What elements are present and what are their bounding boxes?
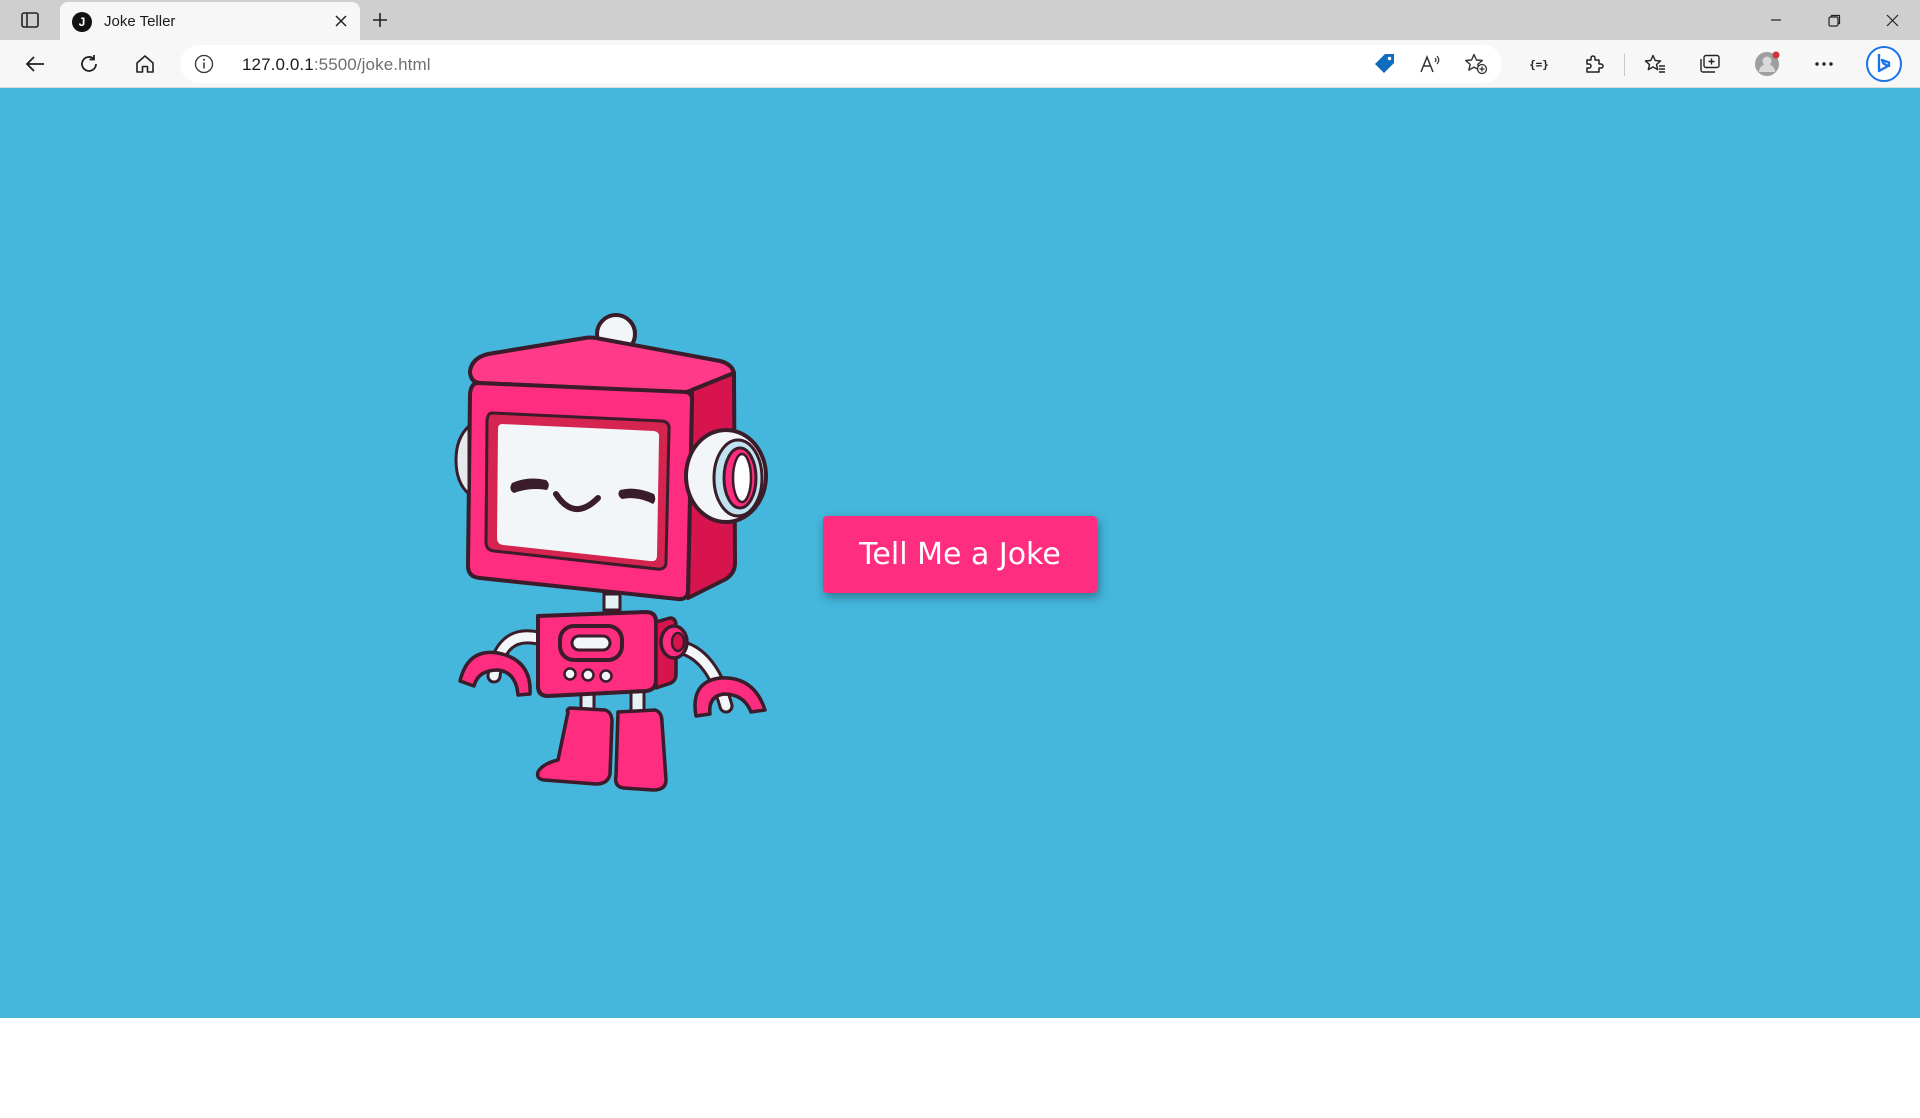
toolbar-separator (1624, 54, 1625, 76)
tab-strip: J Joke Teller (0, 0, 1920, 40)
site-info-icon[interactable] (194, 54, 214, 74)
tab-favicon: J (72, 12, 92, 32)
address-url[interactable]: 127.0.0.1:5500/joke.html (242, 55, 431, 75)
page-bottom-area (0, 1018, 1920, 1118)
refresh-icon[interactable] (72, 48, 106, 80)
back-icon[interactable] (18, 48, 52, 80)
developer-tools-icon[interactable]: {=} (1522, 48, 1556, 80)
svg-text:{=}: {=} (1529, 58, 1549, 71)
url-host: 127.0.0.1 (242, 55, 314, 74)
more-options-icon[interactable] (1807, 48, 1841, 80)
bing-copilot-icon[interactable] (1864, 44, 1904, 84)
tab-actions-icon[interactable] (14, 8, 46, 32)
browser-toolbar: 127.0.0.1:5500/joke.html {=} (0, 40, 1920, 88)
add-favorite-icon[interactable] (1462, 51, 1490, 77)
url-path: :5500/joke.html (313, 55, 431, 74)
shopping-tag-icon[interactable] (1370, 51, 1398, 77)
read-aloud-icon[interactable] (1416, 51, 1444, 77)
window-close-icon[interactable] (1864, 0, 1920, 40)
tab-joke-teller[interactable]: J Joke Teller (60, 2, 360, 40)
tab-title: Joke Teller (104, 13, 176, 30)
page-body: Tell Me a Joke (0, 88, 1920, 1018)
profile-avatar[interactable] (1750, 48, 1784, 80)
robot-illustration (454, 313, 768, 792)
close-icon[interactable] (330, 10, 352, 32)
collections-icon[interactable] (1693, 48, 1727, 80)
extensions-icon[interactable] (1577, 48, 1611, 80)
address-bar[interactable]: 127.0.0.1:5500/joke.html (180, 45, 1502, 83)
minimize-icon[interactable] (1748, 0, 1804, 40)
favorites-icon[interactable] (1638, 48, 1672, 80)
new-tab-icon[interactable] (366, 6, 394, 34)
home-icon[interactable] (128, 48, 162, 80)
tell-me-a-joke-button[interactable]: Tell Me a Joke (823, 516, 1097, 593)
restore-icon[interactable] (1806, 0, 1862, 40)
